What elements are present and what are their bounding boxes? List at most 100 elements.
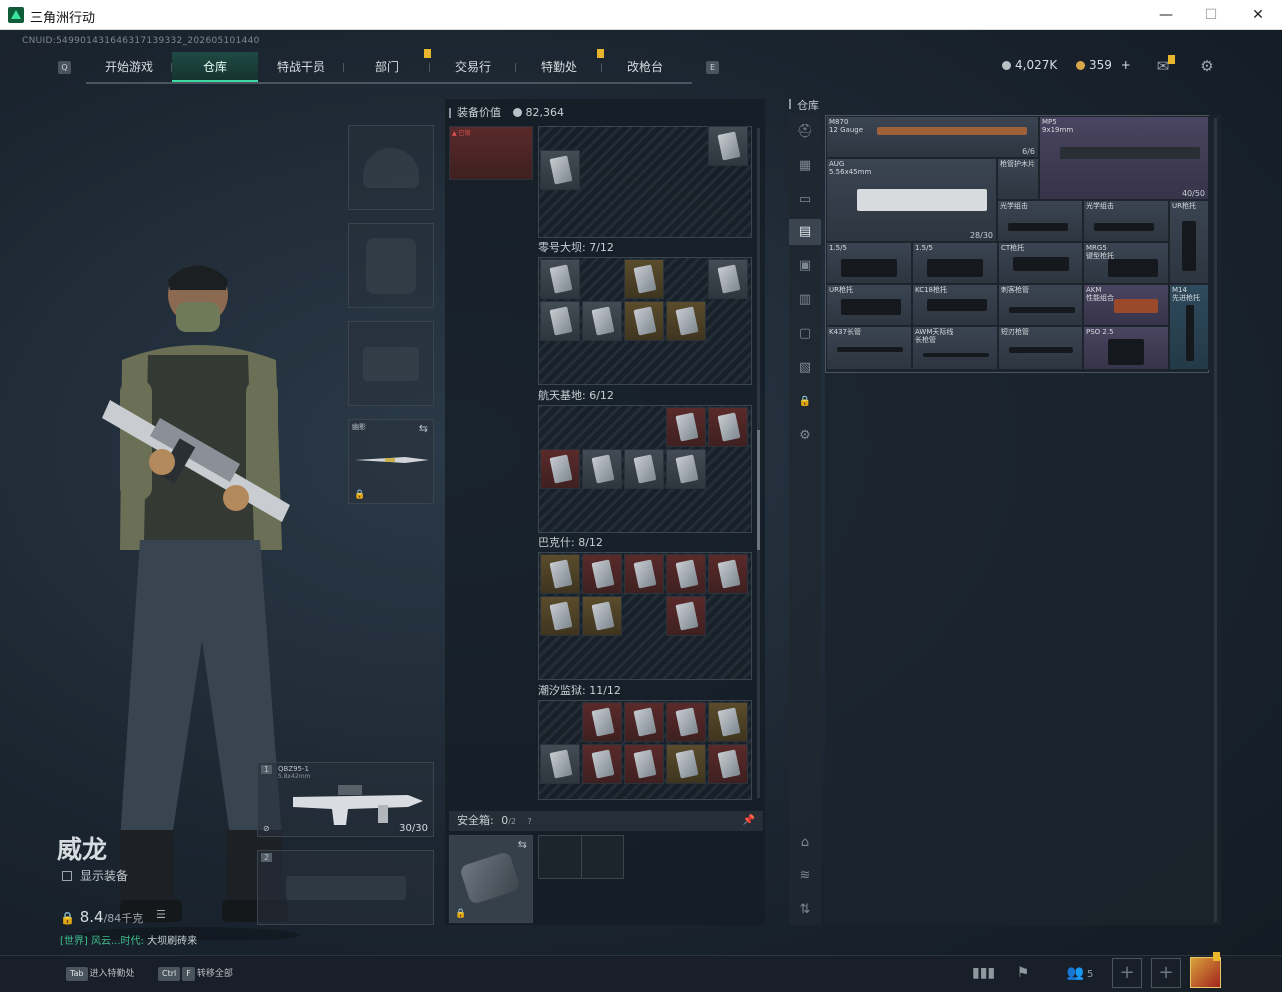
- warehouse-item-akm-combo[interactable]: AKM 性能组合: [1083, 284, 1169, 326]
- pistol-slot[interactable]: [348, 321, 434, 406]
- nav-next-key[interactable]: E: [706, 61, 719, 74]
- primary-weapon-slot[interactable]: 1 QBZ95-1 5.8x42mm 30/30 ⊘: [257, 762, 434, 837]
- key-card[interactable]: [624, 744, 664, 784]
- warehouse-scrollbar[interactable]: [1214, 118, 1217, 922]
- warehouse-item-kc18-stock[interactable]: KC18枪托: [912, 284, 998, 326]
- key-card[interactable]: [666, 744, 706, 784]
- helmet-filter-icon[interactable]: ⛑: [793, 121, 817, 143]
- settings-gear-icon[interactable]: ⚙: [1197, 57, 1217, 75]
- backpack-scroll-thumb[interactable]: [757, 430, 760, 550]
- invite-slot-button[interactable]: +: [1112, 958, 1142, 988]
- nav-prev-key[interactable]: Q: [58, 61, 71, 74]
- key-card[interactable]: [708, 744, 748, 784]
- key-card[interactable]: [624, 449, 664, 489]
- secondary-weapon-slot[interactable]: 2: [257, 850, 434, 925]
- warehouse-item-short-barrel[interactable]: 短刃枪管: [998, 326, 1083, 370]
- armor-filter-icon[interactable]: ▣: [793, 255, 817, 277]
- warehouse-item-m14-stock[interactable]: M14 先进枪托: [1169, 284, 1209, 370]
- key-card[interactable]: [624, 702, 664, 742]
- key-card[interactable]: [624, 301, 664, 341]
- melee-slot[interactable]: 幽影 ⇆ 🔒: [348, 419, 434, 504]
- helmet-slot[interactable]: [348, 125, 434, 210]
- key-card[interactable]: [708, 702, 748, 742]
- key-card[interactable]: [624, 554, 664, 594]
- dispose-icon[interactable]: ⌂: [793, 832, 817, 854]
- key-card[interactable]: [666, 554, 706, 594]
- minimize-button[interactable]: —: [1154, 4, 1178, 26]
- swap-icon[interactable]: ⇆: [518, 838, 527, 851]
- add-currency-button[interactable]: +: [1121, 58, 1131, 72]
- key-card[interactable]: [582, 554, 622, 594]
- close-button[interactable]: ✕: [1246, 4, 1270, 26]
- key-card[interactable]: [540, 259, 580, 299]
- warehouse-item-mp5[interactable]: MP5 9x19mm 40/50: [1039, 116, 1209, 200]
- warehouse-settings-icon[interactable]: ⚙: [793, 425, 817, 447]
- key-card[interactable]: [540, 449, 580, 489]
- weapon-filter-icon[interactable]: ▭: [793, 189, 817, 211]
- key-card[interactable]: [582, 449, 622, 489]
- key-card[interactable]: [540, 596, 580, 636]
- tab-start-game[interactable]: 开始游戏: [86, 52, 172, 82]
- key-card[interactable]: [708, 554, 748, 594]
- backpack-top-item[interactable]: ▲ 已锁: [449, 126, 533, 180]
- tab-trading[interactable]: 交易行: [430, 52, 516, 82]
- warehouse-item-ur-stock[interactable]: UR枪托: [826, 284, 912, 326]
- key-card[interactable]: [582, 301, 622, 341]
- pin-icon[interactable]: 📌: [743, 811, 755, 831]
- hint-special-ops[interactable]: Tab 进入特勤处: [66, 966, 135, 981]
- consumable-filter-icon[interactable]: ▥: [793, 289, 817, 311]
- sort-icon[interactable]: ⇅: [793, 899, 817, 921]
- key-card[interactable]: [540, 150, 580, 190]
- key-card[interactable]: [582, 702, 622, 742]
- armor-slot[interactable]: [348, 223, 434, 308]
- warehouse-item-barrel-handguard[interactable]: 枪管护木片: [997, 158, 1039, 200]
- key-card[interactable]: [708, 126, 748, 166]
- weight-detail-icon[interactable]: ☰: [156, 908, 166, 921]
- key-card[interactable]: [666, 702, 706, 742]
- ammo-filter-icon[interactable]: ▦: [793, 155, 817, 177]
- invite-slot-button[interactable]: +: [1151, 958, 1181, 988]
- tab-gunsmith[interactable]: 改枪台: [602, 52, 688, 82]
- tab-operators[interactable]: 特战干员: [258, 52, 344, 82]
- swap-icon[interactable]: ⇆: [419, 422, 428, 435]
- squad-button[interactable]: 👥 5: [1060, 961, 1100, 985]
- tab-department[interactable]: 部门: [344, 52, 430, 82]
- warehouse-item-mrg5-stock[interactable]: MRG5 键型枪托: [1083, 242, 1169, 284]
- key-card[interactable]: [666, 301, 706, 341]
- warehouse-item-scope[interactable]: 1.5/5: [912, 242, 998, 284]
- key-card[interactable]: [582, 744, 622, 784]
- hint-transfer-all[interactable]: Ctrl F 转移全部: [158, 966, 233, 981]
- tab-warehouse[interactable]: 仓库: [172, 52, 258, 82]
- safe-box-slot[interactable]: ⇆ 🔒: [449, 835, 533, 923]
- key-card[interactable]: [540, 301, 580, 341]
- player-avatar[interactable]: [1190, 957, 1221, 988]
- all-items-tab-icon[interactable]: ▤: [789, 219, 821, 245]
- maximize-button[interactable]: ☐: [1199, 4, 1223, 26]
- show-equipment-checkbox[interactable]: 显示装备: [62, 867, 128, 884]
- warehouse-item-optic[interactable]: 光学组击: [997, 200, 1083, 242]
- help-icon[interactable]: ?: [528, 817, 532, 826]
- lock-filter-icon[interactable]: 🔒: [793, 391, 817, 413]
- layers-icon[interactable]: ≋: [793, 865, 817, 887]
- tab-special-ops[interactable]: 特勤处: [516, 52, 602, 82]
- key-card[interactable]: [666, 596, 706, 636]
- warehouse-item-ct-stock[interactable]: CT枪托: [998, 242, 1083, 284]
- warehouse-item-assassin-barrel[interactable]: 刺客枪管: [998, 284, 1083, 326]
- chat-line[interactable]: [世界] 风云...时代: 大坝刷砖来: [60, 932, 197, 947]
- warehouse-item-awm-barrel[interactable]: AWM天际线 长枪管: [912, 326, 998, 370]
- warehouse-item-ur-stock[interactable]: UR枪托: [1169, 200, 1209, 284]
- warehouse-item-k437-barrel[interactable]: K437长管: [826, 326, 912, 370]
- misc-filter-icon[interactable]: ▧: [793, 357, 817, 379]
- warehouse-item-aug[interactable]: AUG 5.56x45mm 28/30: [826, 158, 997, 242]
- flag-icon[interactable]: ⚑: [1013, 961, 1033, 985]
- key-card[interactable]: [708, 407, 748, 447]
- key-card[interactable]: [582, 596, 622, 636]
- key-card[interactable]: [708, 259, 748, 299]
- key-card[interactable]: [624, 259, 664, 299]
- key-filter-icon[interactable]: ▢: [793, 323, 817, 345]
- safe-box-grid[interactable]: [538, 835, 624, 879]
- warehouse-item-scope[interactable]: 1.5/5: [826, 242, 912, 284]
- warehouse-item-optic[interactable]: 光学组击: [1083, 200, 1169, 242]
- key-card[interactable]: [540, 554, 580, 594]
- warehouse-item-pso-scope[interactable]: PSO 2.5: [1083, 326, 1169, 370]
